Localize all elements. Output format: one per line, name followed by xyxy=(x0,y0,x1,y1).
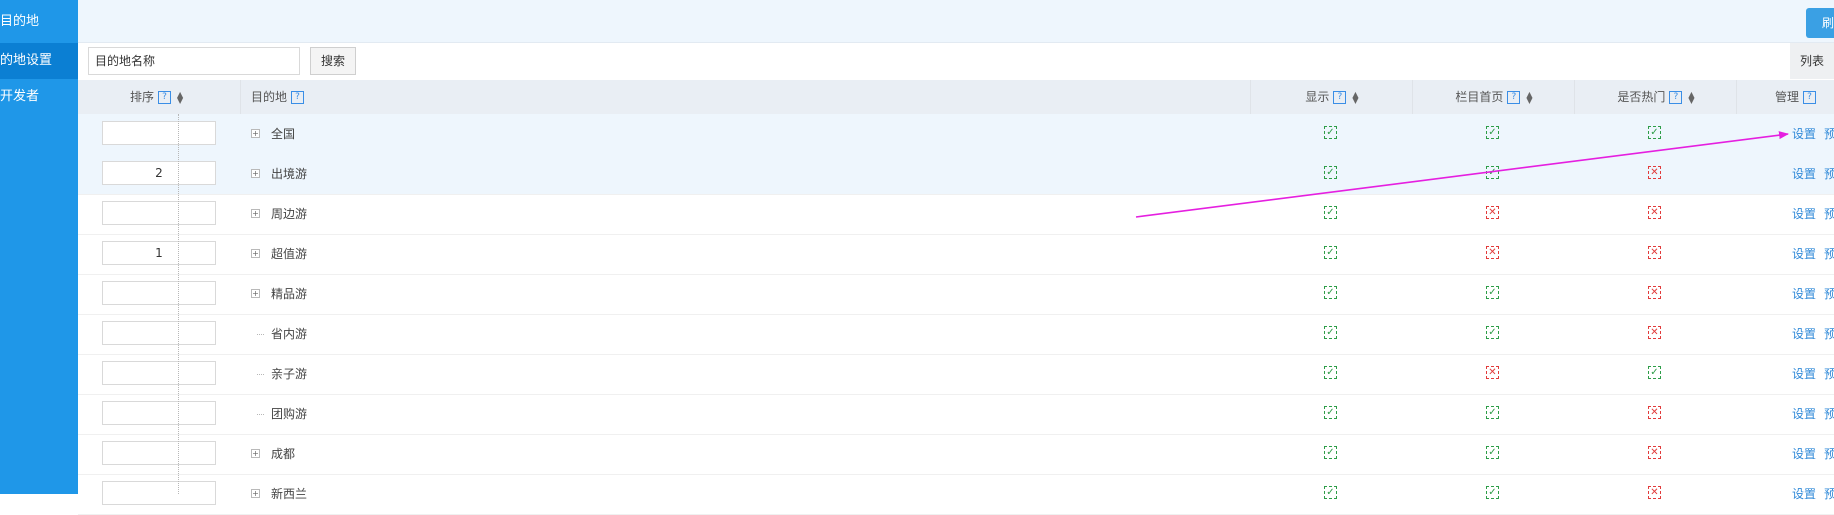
annotation-arrow-line xyxy=(1135,131,1789,218)
annotation-arrow xyxy=(1135,131,1789,218)
